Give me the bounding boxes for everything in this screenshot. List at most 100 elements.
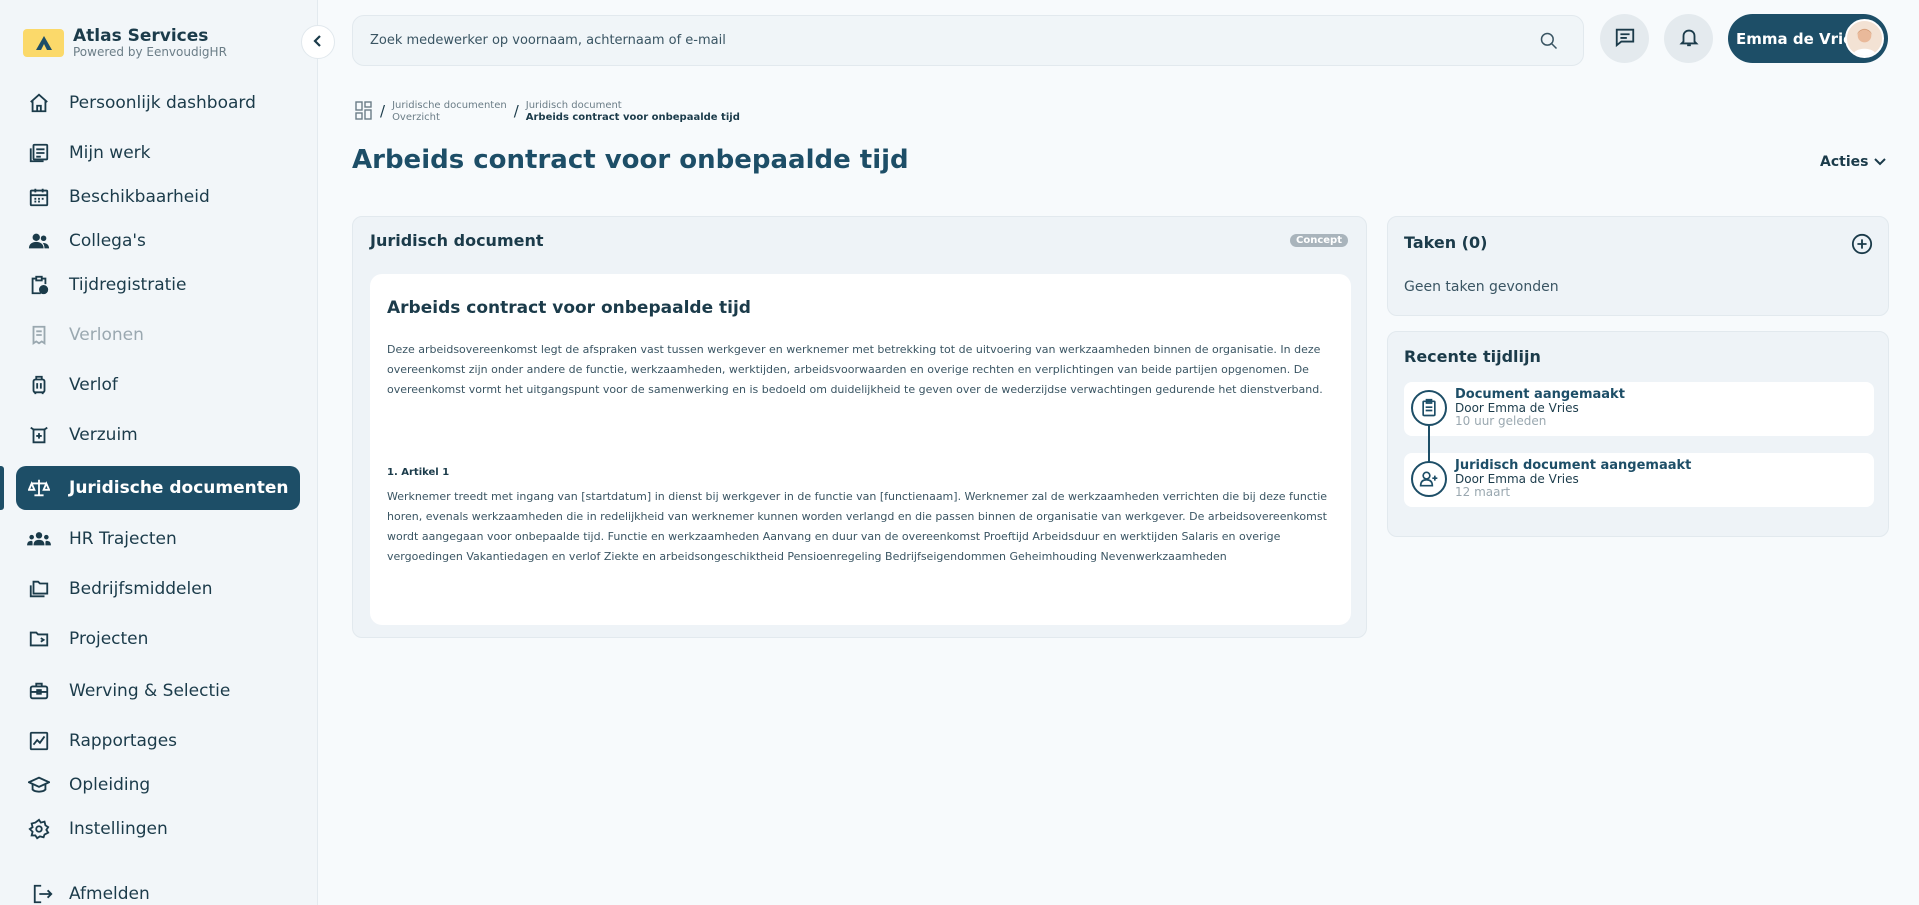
timeline-connector xyxy=(1428,425,1430,463)
status-badge: Concept xyxy=(1290,234,1348,247)
clipboard-clock-icon xyxy=(26,272,52,298)
sidebar-item-label: Instellingen xyxy=(69,819,168,839)
sidebar-item-opleiding[interactable]: Opleiding xyxy=(16,764,300,806)
bell-icon xyxy=(1678,26,1700,52)
search-bar xyxy=(352,15,1584,66)
sidebar-item-label: Opleiding xyxy=(69,775,151,795)
actions-dropdown[interactable]: Acties xyxy=(1820,154,1887,170)
sidebar-item-label: HR Trajecten xyxy=(69,529,177,549)
sidebar-item-projecten[interactable]: Projecten xyxy=(16,618,300,660)
sidebar-item-label: Projecten xyxy=(69,629,149,649)
document-content: Arbeids contract voor onbepaalde tijd De… xyxy=(370,274,1351,625)
tasks-empty-message: Geen taken gevonden xyxy=(1404,279,1559,295)
dashboard-grid-icon[interactable] xyxy=(355,101,373,125)
timeline-title: Recente tijdlijn xyxy=(1404,347,1541,366)
messages-button[interactable] xyxy=(1600,14,1649,63)
search-icon[interactable] xyxy=(1539,31,1559,55)
sidebar-item-label: Rapportages xyxy=(69,731,178,751)
sidebar: Atlas Services Powered by EenvoudigHR Pe… xyxy=(0,0,318,905)
sidebar-item-werving-selectie[interactable]: Werving & Selectie xyxy=(16,670,300,712)
active-nav-marker xyxy=(0,466,4,510)
tasks-title: Taken (0) xyxy=(1404,233,1488,252)
breadcrumb: / Juridische documenten Overzicht / Juri… xyxy=(355,100,740,125)
document-intro: Deze arbeidsovereenkomst legt de afsprak… xyxy=(387,343,1323,396)
sidebar-item-hr-trajecten[interactable]: HR Trajecten xyxy=(16,518,300,560)
document-card: Juridisch document Concept Arbeids contr… xyxy=(352,216,1367,638)
sidebar-item-label: Collega's xyxy=(69,231,146,251)
hospital-icon xyxy=(26,422,52,448)
article-text: Werknemer treedt met ingang van [startda… xyxy=(387,490,1328,563)
avatar xyxy=(1845,19,1884,58)
folders-icon xyxy=(26,576,52,602)
sidebar-item-instellingen[interactable]: Instellingen xyxy=(16,808,300,850)
sidebar-item-label: Persoonlijk dashboard xyxy=(69,93,256,113)
sidebar-item-collegas[interactable]: Collega's xyxy=(16,220,300,262)
brand-powered-by: Powered by EenvoudigHR xyxy=(73,45,227,59)
brand[interactable]: Atlas Services Powered by EenvoudigHR xyxy=(23,27,227,59)
sidebar-item-verlof[interactable]: Verlof xyxy=(16,364,300,406)
graduation-cap-icon xyxy=(26,772,52,798)
gear-icon xyxy=(26,816,52,842)
sidebar-item-label: Verzuim xyxy=(69,425,138,445)
chevron-down-icon xyxy=(1874,154,1887,170)
sidebar-item-tijdregistratie[interactable]: Tijdregistratie xyxy=(16,264,300,306)
sidebar-item-verzuim[interactable]: Verzuim xyxy=(16,414,300,456)
sidebar-item-bedrijfsmiddelen[interactable]: Bedrijfsmiddelen xyxy=(16,568,300,610)
breadcrumb-separator: / xyxy=(513,102,519,120)
breadcrumb-separator: / xyxy=(380,102,386,120)
sidebar-item-label: Verlof xyxy=(69,375,118,395)
sidebar-item-label: Juridische documenten xyxy=(69,478,289,498)
timeline-panel: Recente tijdlijn Document aangemaakt Doo… xyxy=(1387,331,1889,537)
timeline-item-time: 10 uur geleden xyxy=(1455,414,1547,428)
timeline-item-title: Juridisch document aangemaakt xyxy=(1455,458,1692,473)
sidebar-item-label: Beschikbaarheid xyxy=(69,187,210,207)
collapse-sidebar-button[interactable] xyxy=(301,25,335,59)
sidebar-item-juridische-documenten[interactable]: Juridische documenten xyxy=(16,466,300,510)
chart-icon xyxy=(26,728,52,754)
sidebar-item-label: Mijn werk xyxy=(69,143,151,163)
article-title: 1. Artikel 1 xyxy=(387,467,450,478)
sidebar-item-verlonen: Verlonen xyxy=(16,314,300,356)
scales-icon xyxy=(26,475,52,501)
receipt-icon xyxy=(26,322,52,348)
actions-label: Acties xyxy=(1820,154,1869,170)
sidebar-item-mijn-werk[interactable]: Mijn werk xyxy=(16,132,300,174)
atlas-logo-icon xyxy=(23,29,64,57)
breadcrumb-item-current: Juridisch document Arbeids contract voor… xyxy=(525,100,740,123)
user-add-icon xyxy=(1411,461,1447,497)
luggage-icon xyxy=(26,372,52,398)
logout-icon xyxy=(30,881,56,905)
document-icon xyxy=(1411,390,1447,426)
sidebar-item-rapportages[interactable]: Rapportages xyxy=(16,720,300,762)
sidebar-item-dashboard[interactable]: Persoonlijk dashboard xyxy=(16,82,300,124)
timeline-item-title: Document aangemaakt xyxy=(1455,387,1625,402)
document-list-icon xyxy=(26,140,52,166)
breadcrumb-item-juridische-documenten[interactable]: Juridische documenten Overzicht xyxy=(392,100,507,124)
timeline-item[interactable]: Juridisch document aangemaakt Door Emma … xyxy=(1404,453,1874,507)
tasks-panel: Taken (0) Geen taken gevonden xyxy=(1387,216,1889,316)
document-card-heading: Juridisch document xyxy=(370,231,544,250)
logout-button[interactable]: Afmelden xyxy=(20,873,304,905)
document-title: Arbeids contract voor onbepaalde tijd xyxy=(387,298,751,318)
notifications-button[interactable] xyxy=(1664,14,1713,63)
group-icon xyxy=(26,526,52,552)
user-menu-button[interactable]: Emma de Vries xyxy=(1728,14,1888,63)
logout-label: Afmelden xyxy=(69,884,150,904)
user-name: Emma de Vries xyxy=(1736,29,1863,48)
sidebar-item-label: Verlonen xyxy=(69,325,144,345)
sidebar-item-beschikbaarheid[interactable]: Beschikbaarheid xyxy=(16,176,300,218)
page-title: Arbeids contract voor onbepaalde tijd xyxy=(352,145,909,175)
timeline-item-time: 12 maart xyxy=(1455,485,1511,499)
calendar-icon xyxy=(26,184,52,210)
search-input[interactable] xyxy=(370,33,1510,48)
briefcase-icon xyxy=(26,678,52,704)
add-task-icon[interactable] xyxy=(1851,233,1873,259)
home-icon xyxy=(26,90,52,116)
folder-icon xyxy=(26,626,52,652)
chevron-left-icon xyxy=(312,33,324,52)
people-icon xyxy=(26,228,52,254)
brand-name: Atlas Services xyxy=(73,26,209,46)
chat-icon xyxy=(1614,26,1636,52)
sidebar-item-label: Werving & Selectie xyxy=(69,681,231,701)
timeline-item[interactable]: Document aangemaakt Door Emma de Vries 1… xyxy=(1404,382,1874,436)
